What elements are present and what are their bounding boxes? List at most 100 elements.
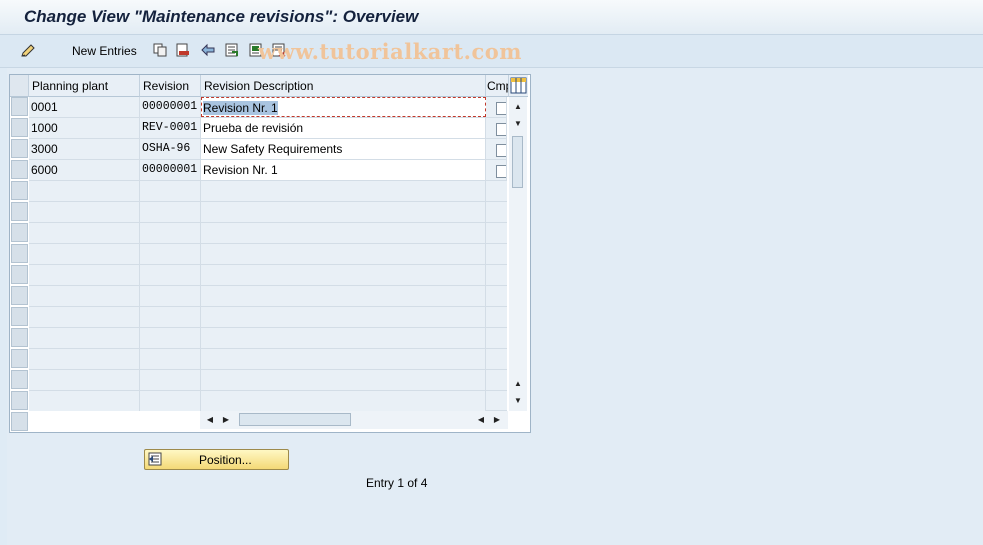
empty-table-row <box>29 265 507 286</box>
revision-description-field[interactable]: Revision Nr. 1 <box>201 97 486 117</box>
planning-plant-cell: 0001 <box>29 97 140 117</box>
column-config-button[interactable] <box>509 75 528 97</box>
row-selector[interactable] <box>11 118 28 137</box>
entry-counter: Entry 1 of 4 <box>366 476 428 490</box>
application-toolbar: New Entries www.tutorialkart.com <box>0 35 983 68</box>
empty-cell <box>140 307 201 327</box>
row-selector[interactable] <box>11 265 28 284</box>
row-selector[interactable] <box>11 391 28 410</box>
row-selector[interactable] <box>11 286 28 305</box>
scroll-up-icon[interactable]: ▲ <box>511 102 525 111</box>
completed-checkbox[interactable] <box>496 165 506 178</box>
position-icon <box>148 452 162 466</box>
empty-cell <box>140 202 201 222</box>
table-row: 0001 00000001 Revision Nr. 1 <box>29 97 507 118</box>
vertical-scrollbar[interactable]: ▲ ▼ ▲ ▼ <box>509 97 527 411</box>
empty-table-row <box>29 370 507 391</box>
row-selector[interactable] <box>11 139 28 158</box>
row-selector[interactable] <box>11 202 28 221</box>
select-all-icon[interactable] <box>225 43 239 57</box>
empty-cell <box>201 181 486 201</box>
display-change-icon[interactable] <box>20 43 35 57</box>
completed-cell <box>486 160 507 180</box>
column-header-revision[interactable]: Revision <box>140 75 201 97</box>
vertical-scroll-thumb[interactable] <box>512 136 523 188</box>
scroll-page-up-icon[interactable]: ▲ <box>511 379 525 388</box>
revision-description-field[interactable]: New Safety Requirements <box>201 139 486 159</box>
empty-cell <box>201 265 486 285</box>
select-all-corner[interactable] <box>10 75 29 97</box>
empty-cell <box>29 349 140 369</box>
empty-cell <box>29 391 140 411</box>
empty-cell <box>29 307 140 327</box>
empty-cell <box>140 181 201 201</box>
revision-cell: 00000001 <box>140 97 201 117</box>
horizontal-scroll-thumb[interactable] <box>239 413 351 426</box>
scroll-page-down-icon[interactable]: ▼ <box>511 396 525 405</box>
completed-cell <box>486 97 507 117</box>
delete-icon[interactable] <box>176 43 190 57</box>
completed-checkbox[interactable] <box>496 144 506 157</box>
empty-cell <box>201 370 486 390</box>
row-selector[interactable] <box>11 307 28 326</box>
revision-description-field[interactable]: Revision Nr. 1 <box>201 160 486 180</box>
column-header-planning-plant[interactable]: Planning plant <box>29 75 140 97</box>
scroll-right-icon[interactable]: ▶ <box>219 415 233 424</box>
revision-cell: REV-0001 <box>140 118 201 138</box>
empty-table-row <box>29 286 507 307</box>
position-button[interactable]: Position... <box>144 449 289 470</box>
empty-cell <box>140 370 201 390</box>
row-selector[interactable] <box>11 349 28 368</box>
watermark: www.tutorialkart.com <box>258 39 522 64</box>
row-selector[interactable] <box>11 244 28 263</box>
empty-cell <box>201 286 486 306</box>
selected-text: Revision Nr. 1 <box>203 101 278 115</box>
table-settings-icon <box>510 77 527 94</box>
position-button-label: Position... <box>199 453 252 467</box>
planning-plant-cell: 6000 <box>29 160 140 180</box>
title-bar: Change View "Maintenance revisions": Ove… <box>0 0 983 35</box>
scroll-right-end-icon[interactable]: ▶ <box>490 415 504 424</box>
horizontal-scrollbar[interactable]: ◀ ▶ ◀ ▶ <box>200 411 508 429</box>
revision-description-field[interactable]: Prueba de revisión <box>201 118 486 138</box>
empty-table-row <box>29 223 507 244</box>
column-header-completed[interactable]: Cmp <box>486 75 509 97</box>
empty-cell <box>29 370 140 390</box>
table-row: 3000 OSHA-96 New Safety Requirements <box>29 139 507 160</box>
revision-cell: 00000001 <box>140 160 201 180</box>
empty-cell <box>29 223 140 243</box>
planning-plant-cell: 1000 <box>29 118 140 138</box>
empty-cell <box>140 391 201 411</box>
empty-cell <box>29 244 140 264</box>
empty-cell <box>201 391 486 411</box>
empty-cell <box>29 202 140 222</box>
row-selector[interactable] <box>11 181 28 200</box>
empty-cell <box>140 328 201 348</box>
undo-icon[interactable] <box>200 43 215 57</box>
row-selector[interactable] <box>11 328 28 347</box>
completed-checkbox[interactable] <box>496 102 506 115</box>
empty-table-row <box>29 349 507 370</box>
row-selector[interactable] <box>11 97 28 116</box>
empty-cell <box>201 307 486 327</box>
empty-cell <box>201 244 486 264</box>
row-selector[interactable] <box>11 412 28 431</box>
empty-cell <box>140 244 201 264</box>
column-header-revision-description[interactable]: Revision Description <box>201 75 486 97</box>
row-selector[interactable] <box>11 160 28 179</box>
copy-icon[interactable] <box>153 43 167 57</box>
scroll-left-icon[interactable]: ◀ <box>203 415 217 424</box>
empty-cell <box>140 349 201 369</box>
row-selector[interactable] <box>11 223 28 242</box>
new-entries-button[interactable]: New Entries <box>72 44 137 58</box>
page-title: Change View "Maintenance revisions": Ove… <box>24 7 419 26</box>
empty-cell <box>140 223 201 243</box>
planning-plant-cell: 3000 <box>29 139 140 159</box>
row-selector[interactable] <box>11 370 28 389</box>
scroll-left-end-icon[interactable]: ◀ <box>474 415 488 424</box>
empty-table-row <box>29 307 507 328</box>
completed-checkbox[interactable] <box>496 123 506 136</box>
empty-cell <box>29 328 140 348</box>
maintenance-revisions-table: Planning plant Revision Revision Descrip… <box>9 74 531 433</box>
scroll-down-icon[interactable]: ▼ <box>511 119 525 128</box>
